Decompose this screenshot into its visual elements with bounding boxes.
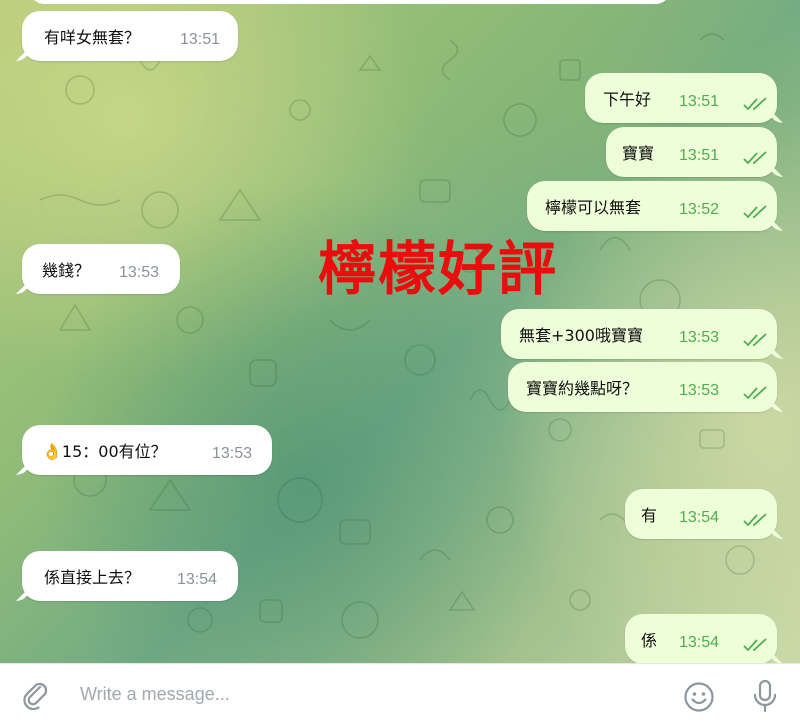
incoming-message-bubble[interactable]: 有咩女無套？ 13:51 (22, 11, 238, 61)
message-text: 無套+300哦寶寶 (519, 326, 643, 345)
read-double-check-icon (743, 386, 767, 400)
read-double-check-icon (743, 97, 767, 111)
message-time: 13:51 (679, 93, 720, 110)
message-time: 13:53 (679, 329, 720, 346)
smiley-icon[interactable] (683, 681, 715, 713)
incoming-message-bubble[interactable]: 幾錢？ 13:53 (22, 244, 180, 294)
message-composer: Write a message... (0, 663, 800, 727)
chat-history[interactable]: 有咩女無套？ 13:51 下午好 13:51 寶寶 13:51 檸檬可以無套 1… (0, 0, 800, 663)
outgoing-message-bubble[interactable]: 無套+300哦寶寶 13:53 (501, 309, 777, 359)
read-double-check-icon (743, 638, 767, 652)
read-double-check-icon (743, 151, 767, 165)
message-time: 13:54 (679, 509, 720, 526)
message-text: 下午好 (603, 90, 652, 109)
message-text: 寶寶約幾點呀？ (526, 379, 639, 398)
outgoing-message-bubble[interactable]: 係 13:54 (625, 614, 777, 663)
message-text: 係 (641, 631, 658, 650)
outgoing-message-bubble[interactable]: 寶寶約幾點呀？ 13:53 (508, 362, 777, 412)
message-time: 13:53 (679, 382, 720, 399)
paperclip-icon[interactable] (22, 682, 52, 712)
outgoing-message-bubble[interactable]: 檸檬可以無套 13:52 (527, 181, 777, 231)
message-text: 👌15：00有位？ (42, 442, 167, 461)
read-double-check-icon (743, 513, 767, 527)
outgoing-message-bubble[interactable]: 寶寶 13:51 (606, 127, 777, 177)
incoming-message-bubble[interactable]: 👌15：00有位？ 13:53 (22, 425, 272, 475)
message-text: 檸檬可以無套 (545, 198, 642, 217)
message-text: 寶寶 (622, 144, 655, 163)
message-text: 係直接上去？ (44, 568, 141, 587)
message-time: 13:54 (679, 634, 720, 651)
message-time: 13:54 (177, 571, 218, 588)
message-time: 13:53 (119, 264, 160, 281)
message-text: 有 (641, 506, 658, 525)
outgoing-message-bubble[interactable]: 有 13:54 (625, 489, 777, 539)
message-time: 13:52 (679, 201, 720, 218)
outgoing-message-bubble[interactable]: 下午好 13:51 (585, 73, 777, 123)
message-time: 13:51 (679, 147, 720, 164)
message-text: 有咩女無套？ (44, 28, 141, 47)
microphone-icon[interactable] (752, 679, 778, 715)
previous-message-bubble-partial (30, 0, 670, 4)
incoming-message-bubble[interactable]: 係直接上去？ 13:54 (22, 551, 238, 601)
read-double-check-icon (743, 333, 767, 347)
overlay-caption: 檸檬好評 (318, 235, 559, 303)
message-time: 13:53 (212, 445, 253, 462)
message-input[interactable]: Write a message... (80, 684, 230, 705)
message-time: 13:51 (180, 31, 221, 48)
message-text: 幾錢？ (42, 261, 91, 280)
read-double-check-icon (743, 205, 767, 219)
